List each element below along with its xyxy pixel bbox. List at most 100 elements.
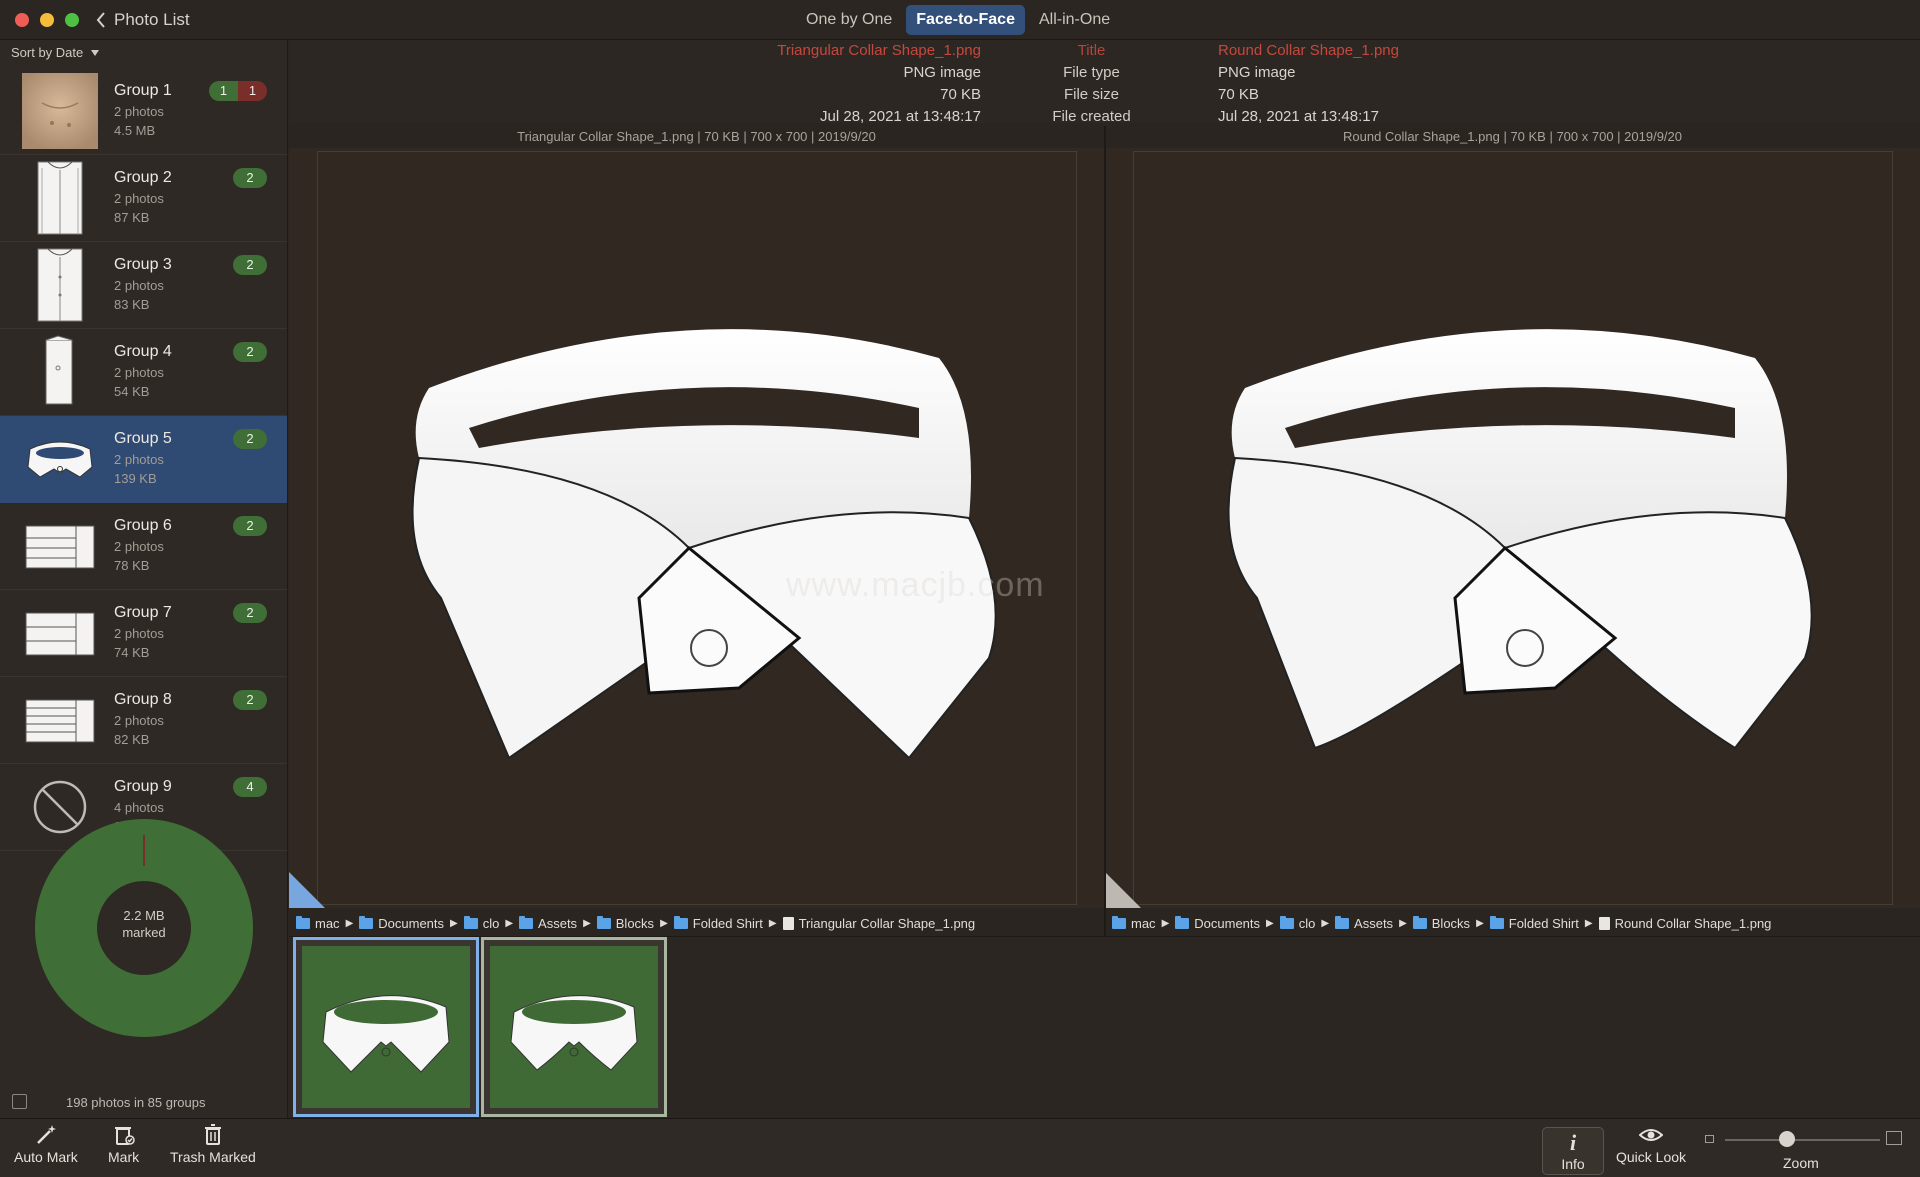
path-crumb[interactable]: mac — [296, 915, 340, 931]
folder-icon — [296, 915, 310, 929]
quick-look-label: Quick Look — [1616, 1149, 1687, 1165]
donut-label: 2.2 MB marked — [34, 907, 254, 941]
donut-marked-text: marked — [122, 925, 166, 940]
right-title: Round Collar Shape_1.png — [1218, 42, 1399, 59]
folded-shirt-icon — [22, 682, 98, 758]
left-file-type: PNG image — [903, 64, 981, 81]
path-crumb[interactable]: Folded Shirt — [1489, 915, 1579, 931]
right-image-caption: Round Collar Shape_1.png | 70 KB | 700 x… — [1343, 129, 1682, 144]
sort-by-menu[interactable]: Sort by Date — [11, 45, 100, 60]
right-file-created: Jul 28, 2021 at 13:48:17 — [1218, 108, 1379, 123]
mark-button[interactable]: Mark — [108, 1123, 139, 1165]
info-row-file-type: PNG image File type PNG image — [289, 64, 1920, 86]
path-crumb[interactable]: Blocks — [596, 915, 654, 931]
minimize-window-button[interactable] — [40, 13, 54, 27]
left-image-pane[interactable] — [289, 148, 1104, 908]
path-crumb[interactable]: clo — [463, 915, 499, 931]
zoom-slider-handle[interactable] — [1779, 1131, 1795, 1147]
group-row-1[interactable]: Group 1 2 photos 4.5 MB 1 1 — [0, 68, 287, 155]
group-photo-count: 2 photos — [114, 191, 164, 206]
group-name: Group 1 — [114, 82, 172, 99]
marked-thumb-background — [302, 946, 470, 1108]
group-size: 139 KB — [114, 471, 157, 486]
mode-one-by-one[interactable]: One by One — [796, 5, 902, 35]
group-row-5[interactable]: Group 5 2 photos 139 KB 2 — [0, 416, 287, 503]
folder-icon — [673, 915, 688, 929]
folder-icon — [463, 915, 478, 929]
skin-texture-icon — [22, 73, 98, 149]
group-row-6[interactable]: Group 6 2 photos 78 KB 2 — [0, 503, 287, 590]
chevron-down-icon — [91, 49, 100, 56]
folder-icon — [596, 915, 611, 929]
left-path-bar: mac ▶ Documents ▶ clo ▶ Assets ▶ Blocks ▶ Fol… — [296, 910, 975, 936]
shirt-front-icon — [22, 160, 98, 236]
group-filmstrip — [289, 936, 1920, 1118]
group-photo-count: 4 photos — [114, 800, 164, 815]
path-crumb[interactable]: Assets — [519, 915, 577, 931]
folder-icon — [519, 915, 534, 929]
folder-icon — [1335, 915, 1350, 929]
path-crumb[interactable]: Documents — [1175, 915, 1260, 931]
group-count-badge: 2 — [233, 429, 267, 449]
path-crumb[interactable]: Blocks — [1412, 915, 1470, 931]
zoom-window-button[interactable] — [65, 13, 79, 27]
zoom-out-icon[interactable] — [1705, 1135, 1714, 1143]
file-icon — [782, 916, 794, 930]
right-file-size: 70 KB — [1218, 86, 1259, 103]
left-image-caption: Triangular Collar Shape_1.png | 70 KB | … — [517, 129, 876, 144]
path-crumb[interactable]: Documents — [359, 915, 444, 931]
group-row-4[interactable]: Group 4 2 photos 54 KB 2 — [0, 329, 287, 416]
folder-icon — [1489, 915, 1504, 929]
zoom-in-icon[interactable] — [1886, 1131, 1902, 1145]
info-row-file-size: 70 KB File size 70 KB — [289, 86, 1920, 108]
path-file[interactable]: Round Collar Shape_1.png — [1598, 916, 1771, 931]
group-count-badge: 2 — [233, 690, 267, 710]
left-file-created: Jul 28, 2021 at 13:48:17 — [820, 108, 981, 123]
trash-marked-label: Trash Marked — [170, 1149, 256, 1165]
zoom-slider-track[interactable] — [1725, 1139, 1880, 1141]
title-bar: Photo List One by One Face-to-Face All-i… — [0, 0, 1920, 40]
mark-label: Mark — [108, 1149, 140, 1165]
group-size: 78 KB — [114, 558, 150, 573]
close-window-button[interactable] — [15, 13, 29, 27]
group-row-2[interactable]: Group 2 2 photos 87 KB 2 — [0, 155, 287, 242]
folder-icon — [1279, 915, 1294, 929]
group-count-badge: 2 — [233, 255, 267, 275]
collar-icon — [22, 421, 98, 497]
file-icon — [1598, 916, 1610, 930]
auto-mark-button[interactable]: Auto Mark — [14, 1123, 78, 1165]
right-image-pane[interactable] — [1105, 148, 1920, 908]
path-file[interactable]: Triangular Collar Shape_1.png — [782, 916, 975, 931]
collapse-icon[interactable] — [12, 1094, 27, 1109]
group-count-badge: 2 — [233, 342, 267, 362]
filmstrip-thumb-2[interactable] — [481, 937, 667, 1117]
group-name: Group 2 — [114, 169, 172, 186]
group-row-7[interactable]: Group 7 2 photos 74 KB 2 — [0, 590, 287, 677]
group-count-badge: 2 — [233, 516, 267, 536]
back-to-photo-list-button[interactable]: Photo List — [96, 9, 190, 31]
path-crumb[interactable]: clo — [1279, 915, 1315, 931]
sidebar-footer: 198 photos in 85 groups — [0, 1094, 287, 1118]
mode-all-in-one[interactable]: All-in-One — [1029, 5, 1120, 35]
back-label: Photo List — [114, 10, 190, 29]
info-button[interactable]: i Info — [1542, 1127, 1604, 1175]
path-crumb[interactable]: Folded Shirt — [673, 915, 763, 931]
group-count-badge: 4 — [233, 777, 267, 797]
chevron-left-icon — [96, 12, 105, 28]
trash-marked-button[interactable]: Trash Marked — [170, 1123, 256, 1165]
group-size: 82 KB — [114, 732, 150, 747]
photo-group-summary: 198 photos in 85 groups — [66, 1095, 206, 1110]
quick-look-button[interactable]: Quick Look — [1616, 1123, 1686, 1165]
file-size-label: File size — [1063, 86, 1119, 103]
info-row-file-created: Jul 28, 2021 at 13:48:17 File created Ju… — [289, 108, 1920, 123]
svg-text:i: i — [1570, 1130, 1577, 1154]
path-crumb[interactable]: mac — [1112, 915, 1156, 931]
folder-icon — [359, 915, 374, 929]
group-row-8[interactable]: Group 8 2 photos 82 KB 2 — [0, 677, 287, 764]
collar-thumb-icon — [510, 995, 638, 1071]
filmstrip-thumb-1[interactable] — [293, 937, 479, 1117]
path-crumb[interactable]: Assets — [1335, 915, 1393, 931]
mode-face-to-face[interactable]: Face-to-Face — [906, 5, 1025, 35]
folder-icon — [1175, 915, 1190, 929]
group-row-3[interactable]: Group 3 2 photos 83 KB 2 — [0, 242, 287, 329]
